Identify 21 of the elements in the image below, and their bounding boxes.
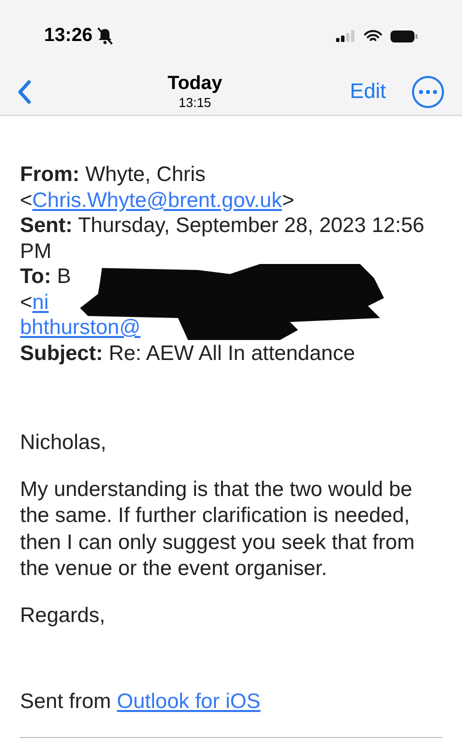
battery-icon	[390, 30, 418, 42]
nav-title: Today	[168, 74, 222, 93]
signature-line: Sent from Outlook for iOS	[20, 689, 262, 714]
to-line: To: B	[20, 264, 72, 290]
signature-link[interactable]: Outlook for iOS	[116, 690, 260, 713]
nav-subtitle: 13:15	[178, 96, 212, 109]
edit-button[interactable]: Edit	[350, 76, 386, 108]
message-paragraph: My understanding is that the two would be the same. If further clarification is needed, then I can only suggest you seek that from the venue or the event organiser.	[20, 476, 416, 582]
signal-icon	[336, 30, 356, 42]
message-paragraph: Nicholas,	[20, 430, 108, 456]
more-button[interactable]	[412, 76, 444, 108]
sender-email-link[interactable]: Chris.Whyte@brent.gov.uk	[32, 188, 282, 212]
recipient-email-link[interactable]: ni	[32, 290, 49, 314]
from-line: From: Whyte, Chris <Chris.Whyte@brent.gov.uk>	[20, 162, 296, 213]
message-paragraph: Regards,	[20, 602, 106, 628]
wifi-icon	[364, 30, 382, 42]
subject-line: Subject: Re: AEW All In attendance	[20, 340, 356, 366]
cc-email-link[interactable]: bhthurston@	[20, 315, 141, 340]
status-time: 13:26	[44, 24, 93, 48]
sent-line: Sent: Thursday, September 28, 2023 12:56 PM	[20, 213, 426, 264]
back-chevron-icon	[18, 80, 32, 104]
